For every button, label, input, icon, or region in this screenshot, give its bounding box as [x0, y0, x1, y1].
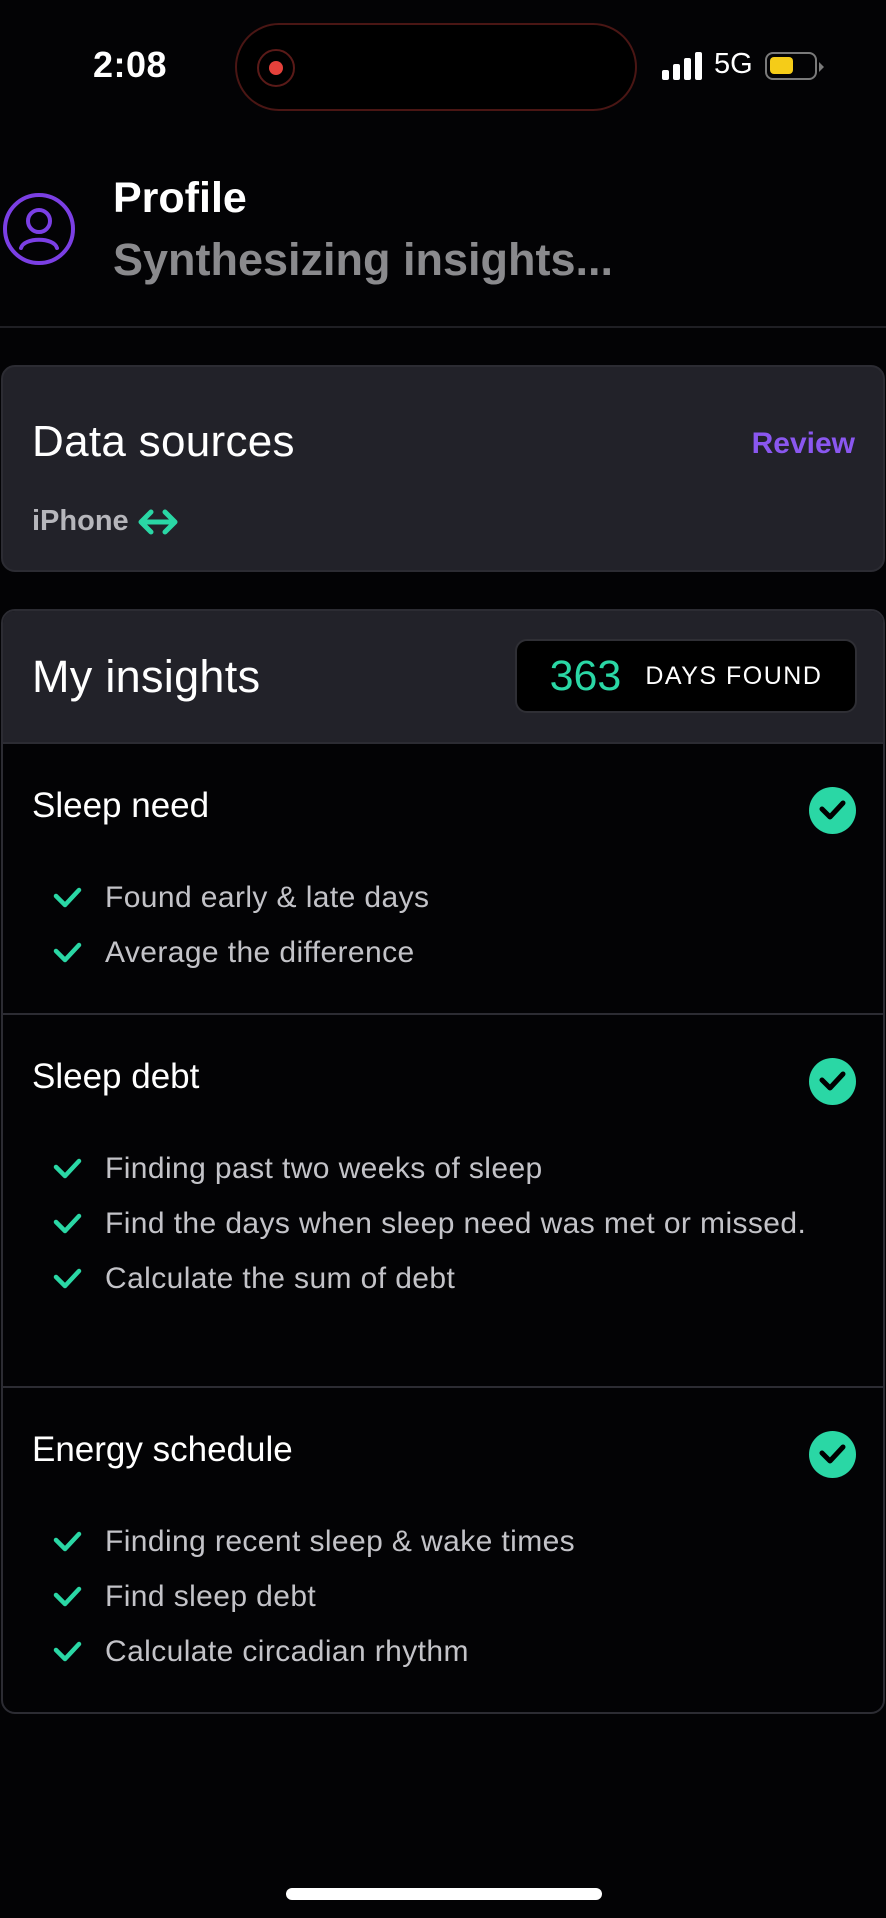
sync-arrows-icon — [138, 509, 178, 534]
recording-indicator-icon — [257, 49, 295, 87]
step-list: Found early & late days Average the diff… — [3, 870, 883, 980]
step-label: Find the days when sleep need was met or… — [105, 1206, 807, 1240]
dynamic-island[interactable] — [235, 23, 637, 111]
status-subtitle: Synthesizing insights... — [113, 234, 614, 285]
check-icon — [53, 1268, 82, 1288]
step-list: Finding recent sleep & wake times Find s… — [3, 1514, 883, 1679]
insight-section-sleep-debt[interactable]: Sleep debt Finding past two weeks of sle… — [3, 1015, 883, 1388]
battery-icon — [765, 52, 824, 80]
check-circle-icon — [809, 1058, 856, 1105]
list-item: Finding past two weeks of sleep — [3, 1141, 883, 1196]
days-found-badge: 363 DAYS FOUND — [515, 639, 857, 713]
check-icon — [53, 887, 82, 907]
signal-icon — [662, 52, 704, 80]
list-item: Find the days when sleep need was met or… — [3, 1196, 883, 1251]
check-icon — [53, 1586, 82, 1606]
home-indicator[interactable] — [286, 1888, 602, 1900]
insight-section-energy-schedule[interactable]: Energy schedule Finding recent sleep & w… — [3, 1388, 883, 1712]
check-icon — [53, 1213, 82, 1233]
list-item: Average the difference — [3, 925, 883, 980]
list-item: Calculate circadian rhythm — [3, 1624, 883, 1679]
step-label: Calculate circadian rhythm — [105, 1634, 469, 1668]
insights-title: My insights — [32, 651, 261, 702]
status-time: 2:08 — [93, 44, 168, 85]
insights-card: My insights 363 DAYS FOUND Sleep need Fo… — [1, 609, 885, 1714]
step-label: Finding past two weeks of sleep — [105, 1151, 543, 1185]
check-circle-icon — [809, 1431, 856, 1478]
data-source-name: iPhone — [32, 505, 129, 537]
step-list: Finding past two weeks of sleep Find the… — [3, 1141, 883, 1306]
list-item: Find sleep debt — [3, 1569, 883, 1624]
section-title: Sleep need — [32, 786, 210, 825]
step-label: Average the difference — [105, 935, 415, 969]
check-icon — [53, 1641, 82, 1661]
section-title: Sleep debt — [32, 1057, 200, 1096]
battery-fill — [770, 57, 793, 74]
recording-dot — [269, 61, 283, 75]
check-icon — [53, 942, 82, 962]
insight-section-sleep-need[interactable]: Sleep need Found early & late days Avera… — [3, 744, 883, 1015]
step-label: Found early & late days — [105, 880, 430, 914]
list-item: Found early & late days — [3, 870, 883, 925]
header-divider — [0, 326, 886, 328]
section-title: Energy schedule — [32, 1430, 293, 1469]
insights-header: My insights 363 DAYS FOUND — [3, 611, 883, 744]
user-circle-icon[interactable] — [2, 192, 76, 266]
days-found-count: 363 — [549, 651, 622, 700]
data-sources-card: Data sources Review iPhone — [1, 365, 885, 572]
step-label: Calculate the sum of debt — [105, 1261, 456, 1295]
check-icon — [53, 1531, 82, 1551]
check-icon — [53, 1158, 82, 1178]
list-item: Finding recent sleep & wake times — [3, 1514, 883, 1569]
check-circle-icon — [809, 787, 856, 834]
data-sources-title: Data sources — [32, 417, 295, 466]
review-button[interactable]: Review — [752, 427, 855, 461]
step-label: Finding recent sleep & wake times — [105, 1524, 576, 1558]
network-type: 5G — [714, 48, 753, 80]
data-source-item: iPhone — [32, 505, 179, 538]
days-found-label: DAYS FOUND — [645, 661, 823, 690]
page-title: Profile — [113, 174, 247, 222]
list-item: Calculate the sum of debt — [3, 1251, 883, 1306]
step-label: Find sleep debt — [105, 1579, 317, 1613]
